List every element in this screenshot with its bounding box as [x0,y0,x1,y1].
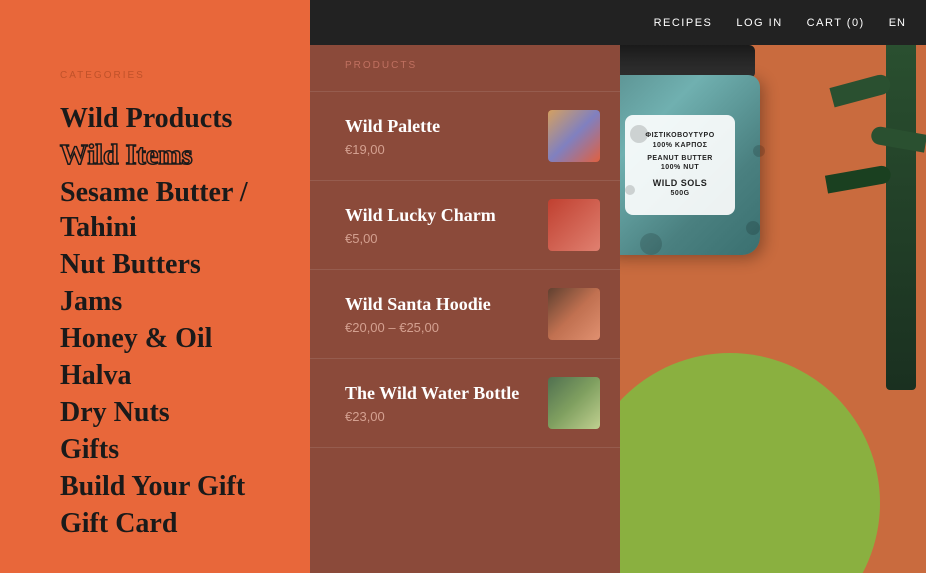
plant-leaf-left-1 [829,73,892,108]
sidebar-item-sesame-butter[interactable]: Sesame Butter / Tahini [60,175,310,245]
product-name-wild-lucky-charm: Wild Lucky Charm [345,204,496,227]
product-item-wild-water-bottle[interactable]: The Wild Water Bottle €23,00 [310,358,620,448]
product-info-wild-lucky-charm: Wild Lucky Charm €5,00 [345,204,496,246]
sidebar-item-build-gift[interactable]: Build Your Gift [60,469,310,504]
nav-login[interactable]: LOG IN [736,17,782,29]
nav-cart[interactable]: CART (0) [807,17,865,29]
jar-label-text-4: 100% NUT [661,163,699,172]
jar-label-text-2: 100% ΚΑΡΠΟΣ [653,141,708,150]
product-item-wild-santa-hoodie[interactable]: Wild Santa Hoodie €20,00 – €25,00 [310,269,620,358]
product-name-wild-santa-hoodie: Wild Santa Hoodie [345,293,491,316]
sidebar-item-halva[interactable]: Halva [60,358,310,393]
sidebar-item-dry-nuts[interactable]: Dry Nuts [60,395,310,430]
nav-lang[interactable]: EN [889,17,906,29]
jar-label: ΦΙΣΤΙΚΟΒΟΥΤΥΡΟ 100% ΚΑΡΠΟΣ PEANUT BUTTER… [625,115,735,215]
product-info-wild-santa-hoodie: Wild Santa Hoodie €20,00 – €25,00 [345,293,491,335]
product-price-wild-santa-hoodie: €20,00 – €25,00 [345,320,491,335]
bottom-green-circle [620,353,880,573]
products-label: PRODUCTS [310,60,620,91]
plant-leaf-left-2 [825,164,892,193]
product-info-wild-palette: Wild Palette €19,00 [345,115,440,157]
product-price-wild-palette: €19,00 [345,142,440,157]
jar-body: ΦΙΣΤΙΚΟΒΟΥΤΥΡΟ 100% ΚΑΡΠΟΣ PEANUT BUTTER… [620,75,760,255]
jar-weight-text: 500g [670,189,689,198]
sidebar-item-honey-oil[interactable]: Honey & Oil [60,321,310,356]
jar-lid [620,45,755,77]
jar-brand-text: Wild Sols [653,178,708,190]
products-dropdown: × PRODUCTS Wild Palette €19,00 Wild Luck… [310,0,620,573]
product-item-wild-palette[interactable]: Wild Palette €19,00 [310,91,620,180]
sidebar-item-gift-card[interactable]: Gift Card [60,506,310,541]
plant-stem [886,40,916,390]
product-thumb-wild-water-bottle [548,377,600,429]
sidebar-item-wild-items[interactable]: Wild Items [60,138,310,173]
product-item-wild-lucky-charm[interactable]: Wild Lucky Charm €5,00 [310,180,620,269]
jar-label-text-1: ΦΙΣΤΙΚΟΒΟΥΤΥΡΟ [645,131,714,140]
jar-label-text-3: PEANUT BUTTER [647,154,713,163]
product-thumb-wild-santa-hoodie [548,288,600,340]
categories-label: CATEGORIES [60,70,310,81]
product-thumb-wild-palette [548,110,600,162]
top-navigation: RECIPES LOG IN CART (0) EN [310,0,926,45]
jar-container: ΦΙΣΤΙΚΟΒΟΥΤΥΡΟ 100% ΚΑΡΠΟΣ PEANUT BUTTER… [620,45,800,325]
product-price-wild-water-bottle: €23,00 [345,409,519,424]
product-thumb-wild-lucky-charm [548,199,600,251]
sidebar-item-gifts[interactable]: Gifts [60,432,310,467]
product-name-wild-water-bottle: The Wild Water Bottle [345,382,519,405]
sidebar: CATEGORIES Wild Products Wild Items Sesa… [0,0,310,573]
product-name-wild-palette: Wild Palette [345,115,440,138]
nav-recipes[interactable]: RECIPES [654,17,713,29]
product-price-wild-lucky-charm: €5,00 [345,231,496,246]
sidebar-item-nut-butters[interactable]: Nut Butters [60,247,310,282]
sidebar-item-wild-products[interactable]: Wild Products [60,101,310,136]
product-image-area: ΦΙΣΤΙΚΟΒΟΥΤΥΡΟ 100% ΚΑΡΠΟΣ PEANUT BUTTER… [620,0,926,573]
sidebar-item-jams[interactable]: Jams [60,284,310,319]
product-info-wild-water-bottle: The Wild Water Bottle €23,00 [345,382,519,424]
